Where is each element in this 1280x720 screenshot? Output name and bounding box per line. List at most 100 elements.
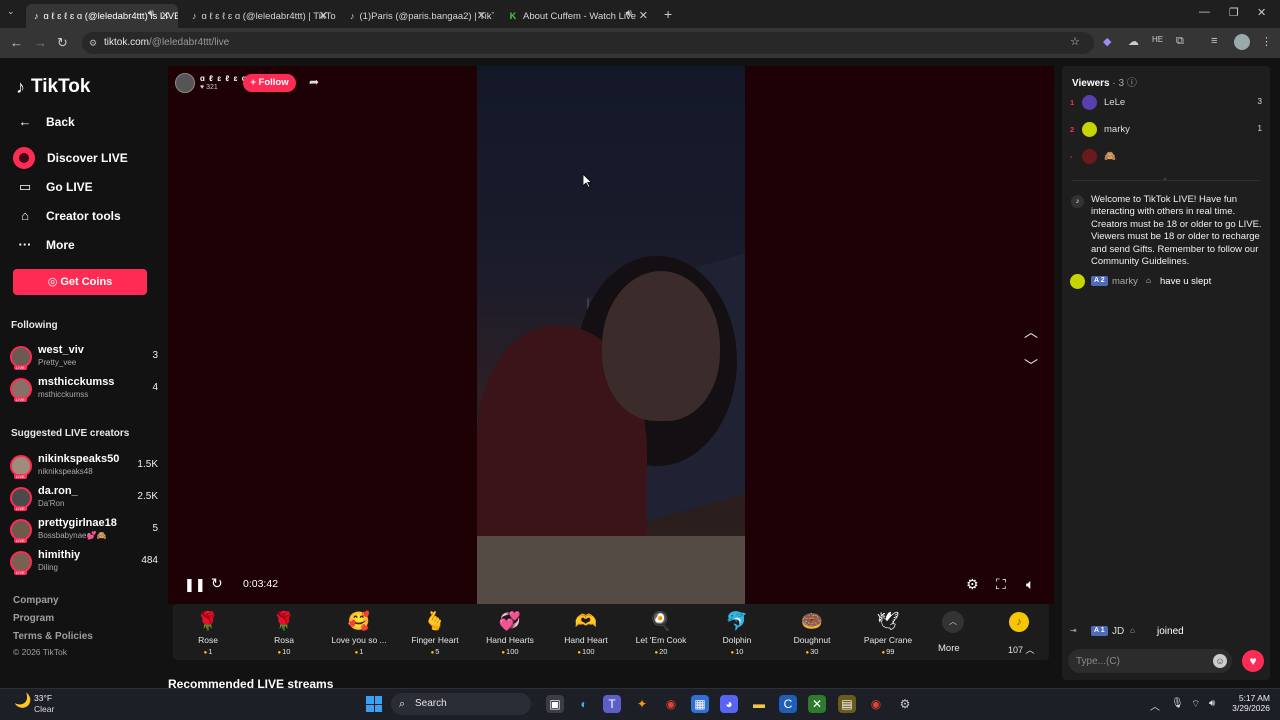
copilot-icon[interactable]: ✦ [633,695,651,713]
app-icon[interactable]: ▤ [838,695,856,713]
chevron-down-icon[interactable]: ⌄ [1162,174,1168,182]
browser-tab-4[interactable]: K About Cuffem - Watch Live 🔊︎ ✕ [500,4,656,28]
profile-avatar[interactable] [1234,34,1250,50]
footer-program-link[interactable]: Program [13,613,54,624]
microphone-icon[interactable]: 🎙︎ [1171,698,1184,709]
chat-message[interactable]: A 2 marky ⌂ have u slept [1070,274,1266,290]
file-explorer-icon[interactable]: ▬ [750,695,768,713]
gift-doughnut[interactable]: 🍩 Doughnut 30 [774,607,850,656]
taskbar-clock[interactable]: 5:17 AM 3/29/2026 [1222,693,1270,713]
close-icon[interactable]: ✕ [477,9,486,22]
emoji-icon[interactable]: ☺ [1213,654,1227,668]
browser-tab-1[interactable]: ♪ ɑ ℓ ɛ ℓ ɛ ɑ (@leledabr4ttt) is LIVE 🔊︎… [26,4,178,28]
footer-company-link[interactable]: Company [13,595,59,606]
close-window-icon[interactable]: ✕ [1257,6,1266,19]
chat-input[interactable] [1068,649,1232,673]
get-coins-button[interactable]: ◎ Get Coins [13,269,147,295]
gift-hand-hearts[interactable]: 💞 Hand Hearts 100 [472,607,548,656]
pause-icon[interactable]: ❚❚ [184,577,206,593]
gift-button[interactable]: ♥ [1242,650,1264,672]
nav-discover-live[interactable]: Discover LIVE [13,147,128,169]
viewer-row[interactable]: 2 marky 1 [1070,122,1266,142]
back-link[interactable]: ← Back [16,114,75,129]
weather-moon-icon[interactable]: 🌙 [14,692,31,709]
new-tab-icon[interactable]: + [664,6,672,22]
gift-rose[interactable]: 🌹 Rose 1 [170,607,246,656]
close-icon[interactable]: ✕ [639,9,648,22]
follow-button[interactable]: + Follow [243,74,296,92]
share-icon[interactable]: ➦ [309,75,319,89]
next-stream-chevron-down-icon[interactable]: ﹀ [1024,356,1038,376]
viewer-row[interactable]: - 🙈 [1070,149,1266,169]
following-item[interactable]: LIVE msthicckumss msthicckumss 4 [10,376,160,404]
close-icon[interactable]: ✕ [319,9,328,22]
footer-terms-link[interactable]: Terms & Policies [13,631,93,642]
reload-icon[interactable]: ↻ [57,35,68,51]
edge-icon[interactable]: ◐ [575,695,593,713]
gift-paper-crane[interactable]: 🕊 Paper Crane 99 [850,607,926,656]
host-name[interactable]: ɑ ℓ ɛ ℓ ɛ ɑ [200,74,248,83]
gift-dolphin[interactable]: 🐬 Dolphin 10 [699,607,775,656]
extension-icon[interactable]: HE [1152,35,1163,44]
suggested-item[interactable]: LIVE nikinkspeaks50 niknikspeaks48 1.5K [10,453,160,481]
volume-icon[interactable]: 🔈︎ [1026,576,1034,593]
gift-hand-heart[interactable]: 🫶 Hand Heart 100 [548,607,624,656]
address-bar[interactable]: ⚙ tiktok.com/@leledabr4ttt/live [82,32,1094,54]
weather-condition[interactable]: Clear [34,704,54,714]
suggested-item[interactable]: LIVE himithiy Diling 484 [10,549,160,577]
restore-icon[interactable]: ❐ [1229,6,1239,19]
menu-kebab-icon[interactable]: ⋮ [1261,35,1272,48]
suggested-item[interactable]: LIVE da.ron_ Da'Ron 2.5K [10,485,160,513]
more-gifts-button[interactable]: ︿ [942,611,966,633]
browser-tab-3[interactable]: ♪ (1)Paris (@paris.bangaa2) | TikTok ✕ [342,4,494,28]
viewer-row[interactable]: 1 LeLe 3 [1070,95,1266,115]
site-info-icon[interactable]: ⚙ [89,32,97,54]
wifi-icon[interactable]: ⌔ [1191,698,1200,711]
live-video-stage[interactable] [168,66,1054,604]
tray-chevron-up-icon[interactable]: ︿ [1150,698,1160,713]
page-scrollbar[interactable] [1272,66,1278,680]
browser-tab-2[interactable]: ♪ ɑ ℓ ɛ ℓ ɛ ɑ (@leledabr4ttt) | TikTok ✕ [184,4,336,28]
chrome-active-icon[interactable]: ◉ [867,695,885,713]
replay-icon[interactable]: ↻ [211,575,223,592]
extension-icon[interactable]: ☁ [1128,35,1139,48]
nav-more[interactable]: ··· More [16,237,75,252]
coin-balance-icon[interactable]: ♪ [1009,612,1029,632]
forward-arrow-icon[interactable]: → [34,35,47,50]
close-icon[interactable]: ✕ [161,9,170,22]
speaker-icon[interactable]: 🔊︎ [148,8,154,19]
gift-love-you-so[interactable]: 🥰 Love you so ... 1 [321,607,397,656]
settings-icon[interactable]: ⚙ [966,576,979,593]
suggested-item[interactable]: LIVE prettygirlnae18 Bossbabynae💕🙈 5 [10,517,160,545]
teams-icon[interactable]: T [603,695,621,713]
weather-temp[interactable]: 33°F [34,693,52,703]
extensions-puzzle-icon[interactable]: ⧉ [1176,35,1184,48]
app-icon[interactable]: ⚙ [896,695,914,713]
bookmark-star-icon[interactable]: ☆ [1070,35,1080,48]
app-c-icon[interactable]: C [779,695,797,713]
host-avatar[interactable] [175,73,195,93]
previous-stream-chevron-up-icon[interactable]: ︿ [1024,322,1038,342]
live-video[interactable] [477,66,745,604]
gift-rosa[interactable]: 🌹 Rosa 10 [246,607,322,656]
extension-icon[interactable]: ◆ [1103,35,1111,48]
coin-balance[interactable]: 107 ︿ [1008,643,1035,656]
media-control-icon[interactable]: ≡ [1211,35,1217,47]
more-gifts-label[interactable]: More [938,643,960,654]
tab-search-icon[interactable]: ⌄ [7,6,15,17]
tiktok-logo[interactable]: ♪ TikTok [16,76,90,98]
windows-start-icon[interactable] [366,696,382,712]
nav-creator-tools[interactable]: ⌂ Creator tools [16,208,121,223]
store-icon[interactable]: ▦ [691,695,709,713]
xbox-icon[interactable]: ✕ [808,695,826,713]
nav-go-live[interactable]: ▭ Go LIVE [16,179,93,195]
discord-icon[interactable]: ◕ [720,695,738,713]
chrome-icon[interactable]: ◉ [662,695,680,713]
help-circle-icon[interactable]: ⓘ [1127,78,1137,89]
back-arrow-icon[interactable]: ← [10,35,23,50]
gift-let-em-cook[interactable]: 🍳 Let 'Em Cook 20 [623,607,699,656]
taskbar-search[interactable]: ⌕ Search [391,693,531,715]
speaker-icon[interactable]: 🔊︎ [626,8,632,19]
gift-finger-heart[interactable]: 🫰 Finger Heart 5 [397,607,473,656]
task-view-icon[interactable]: ▣ [546,695,564,713]
